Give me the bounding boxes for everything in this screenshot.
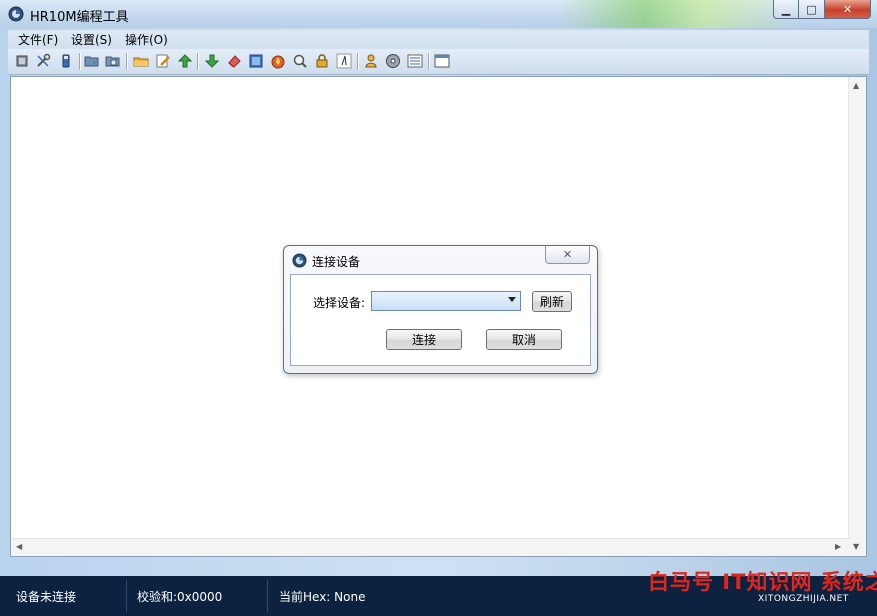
dialog-title: 连接设备 bbox=[312, 255, 361, 269]
app-logo-icon[interactable] bbox=[8, 6, 24, 22]
current-hex-status: 当前Hex: None bbox=[279, 590, 366, 604]
edit-icon[interactable] bbox=[155, 53, 171, 69]
title-bar-decoration bbox=[560, 0, 800, 28]
window-title: HR10M编程工具 bbox=[30, 10, 129, 25]
connect-button[interactable]: 连接 bbox=[386, 329, 462, 350]
toolbar-separator bbox=[357, 53, 359, 70]
title-bar[interactable]: HR10M编程工具 ▁ □ ✕ bbox=[0, 0, 877, 28]
refresh-button[interactable]: 刷新 bbox=[532, 291, 572, 312]
toolbar-separator bbox=[197, 53, 199, 70]
status-separator bbox=[126, 580, 127, 612]
scroll-right-icon[interactable]: ▶ bbox=[835, 542, 841, 551]
window-icon[interactable] bbox=[434, 53, 450, 69]
close-button[interactable]: ✕ bbox=[825, 0, 871, 19]
status-separator bbox=[267, 580, 268, 612]
connection-status: 设备未连接 bbox=[16, 590, 77, 604]
toolbar-separator bbox=[79, 53, 81, 70]
window-controls: ▁ □ ✕ bbox=[773, 0, 871, 20]
select-device-label: 选择设备: bbox=[313, 296, 366, 310]
dialog-body: 选择设备: 刷新 连接 取消 bbox=[290, 274, 591, 366]
save-icon[interactable] bbox=[105, 53, 121, 69]
checksum-status: 校验和:0x0000 bbox=[137, 590, 223, 604]
eraser-icon[interactable] bbox=[226, 53, 242, 69]
watermark-site: XITONGZHIJIA.NET bbox=[758, 594, 849, 604]
blank-check-icon[interactable] bbox=[248, 53, 264, 69]
minimize-button[interactable]: ▁ bbox=[773, 0, 799, 19]
maximize-button[interactable]: □ bbox=[799, 0, 825, 19]
site-watermark: 白马号 IT知识网 系统之家 XITONGZHIJIA.NET bbox=[648, 566, 877, 604]
usb-icon[interactable] bbox=[58, 53, 74, 69]
font-icon[interactable] bbox=[336, 53, 352, 69]
menu-operation[interactable]: 操作(O) bbox=[125, 31, 168, 48]
toolbar-separator bbox=[428, 53, 430, 70]
folder-open-icon[interactable] bbox=[84, 53, 100, 69]
upload-arrow-icon[interactable] bbox=[177, 53, 193, 69]
toolbar bbox=[8, 49, 869, 75]
list-icon[interactable] bbox=[407, 53, 423, 69]
menu-file[interactable]: 文件(F) bbox=[18, 31, 58, 48]
connect-device-dialog: 连接设备 ✕ 选择设备: 刷新 连接 取消 bbox=[283, 245, 598, 374]
chip-icon[interactable] bbox=[14, 53, 30, 69]
main-window: HR10M编程工具 ▁ □ ✕ 文件(F) 设置(S) 操作(O) ▲ ▼ ◀ … bbox=[0, 0, 877, 616]
tools-icon[interactable] bbox=[35, 53, 51, 69]
vertical-scrollbar[interactable]: ▲ ▼ bbox=[848, 77, 866, 556]
search-icon[interactable] bbox=[292, 53, 308, 69]
person-icon[interactable] bbox=[363, 53, 379, 69]
fire-icon[interactable] bbox=[270, 53, 286, 69]
scroll-up-icon[interactable]: ▲ bbox=[853, 81, 859, 90]
scroll-left-icon[interactable]: ◀ bbox=[16, 542, 22, 551]
device-select[interactable] bbox=[371, 291, 521, 311]
horizontal-scrollbar[interactable]: ◀ ▶ bbox=[11, 538, 849, 556]
watermark-text: 白马号 IT知识网 系统之家 bbox=[648, 570, 877, 594]
disc-icon[interactable] bbox=[385, 53, 401, 69]
download-arrow-icon[interactable] bbox=[204, 53, 220, 69]
scroll-down-icon[interactable]: ▼ bbox=[853, 542, 859, 551]
menu-bar: 文件(F) 设置(S) 操作(O) bbox=[8, 30, 869, 49]
toolbar-separator bbox=[126, 53, 128, 70]
chevron-down-icon[interactable] bbox=[508, 297, 516, 302]
dialog-close-button[interactable]: ✕ bbox=[545, 246, 590, 264]
dialog-app-icon bbox=[292, 253, 307, 268]
cancel-button[interactable]: 取消 bbox=[486, 329, 562, 350]
lock-icon[interactable] bbox=[314, 53, 330, 69]
open-file-icon[interactable] bbox=[133, 53, 149, 69]
menu-settings[interactable]: 设置(S) bbox=[71, 31, 112, 48]
